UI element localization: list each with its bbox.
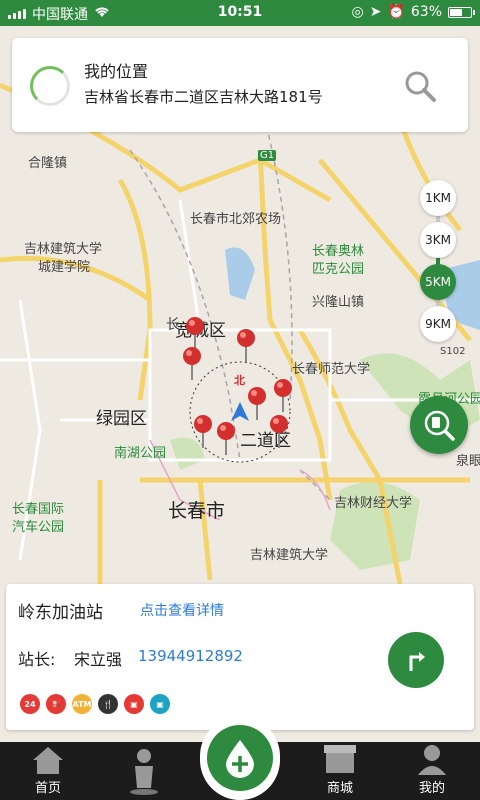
map-pin-icon[interactable] <box>269 414 289 450</box>
fuel-search-button[interactable] <box>410 396 468 454</box>
map-label: 匹克公园 <box>312 262 365 277</box>
profile-icon <box>418 745 446 775</box>
manager-phone-link[interactable]: 13944912892 <box>138 647 243 665</box>
map-label: 吉林财经大学 <box>334 496 413 511</box>
add-fuel-icon <box>226 740 254 778</box>
location-card: 我的位置 吉林省长春市二道区吉林大路181号 <box>12 38 468 132</box>
station-name: 岭东加油站 <box>18 603 103 623</box>
alarm-icon: ⏰ <box>387 4 405 20</box>
navigate-button[interactable] <box>388 632 444 688</box>
map-label: 长春市 <box>168 500 226 522</box>
map-pin-icon[interactable] <box>273 378 293 414</box>
compass-north: 北 <box>234 374 245 387</box>
24h-icon: 24 <box>20 694 40 714</box>
map-label: 兴隆山镇 <box>312 295 365 310</box>
zoom-5km-button[interactable]: 5KM <box>420 264 456 300</box>
zoom-9km-button[interactable]: 9KM <box>420 306 456 342</box>
zoom-3km-button[interactable]: 3KM <box>420 222 456 258</box>
map-label: 长春奥林 <box>312 244 365 259</box>
map-label: 城建学院 <box>38 260 91 275</box>
map-pin-icon[interactable] <box>216 421 236 457</box>
map-pin-icon[interactable] <box>193 414 213 450</box>
wash-icon: ▣ <box>150 694 170 714</box>
battery-icon <box>448 6 475 18</box>
status-bar: 中国联通 10:51 ◎ ➤ ⏰ 63% <box>0 0 480 26</box>
map-label: 泉眼 <box>456 454 480 469</box>
map-pin-icon[interactable] <box>182 346 202 382</box>
fuel-search-icon <box>424 410 455 441</box>
food-icon: 🍴 <box>98 694 118 714</box>
location-arrow-icon: ➤ <box>369 4 382 20</box>
view-detail-link[interactable]: 点击查看详情 <box>140 600 224 620</box>
map-label: 汽车公园 <box>12 520 65 535</box>
map-label: 吉林建筑大学 <box>250 548 329 563</box>
shop-icon: ▣ <box>124 694 144 714</box>
map-label: 吉林建筑大学 <box>24 242 103 257</box>
navigation-arrow-icon <box>409 652 425 671</box>
center-action-button[interactable] <box>200 716 280 800</box>
map-label: 长春师范大学 <box>292 362 371 377</box>
service-icons: 24 ⛽ ATM 🍴 ▣ ▣ <box>20 694 170 714</box>
tab-profile[interactable]: 我的 <box>392 742 472 800</box>
map-pin-icon[interactable] <box>247 386 267 422</box>
station-info-card: 岭东加油站 点击查看详情 站长: 宋立强 13944912892 24 ⛽ ATM 🍴… <box>6 584 474 730</box>
highway-shield: G1 <box>258 150 277 161</box>
map-label: 长春市北郊农场 <box>190 212 282 227</box>
tab-person[interactable] <box>104 742 184 800</box>
map-label: 合隆镇 <box>28 156 68 171</box>
fuel-icon: ⛽ <box>46 694 66 714</box>
map-pin-icon[interactable] <box>236 328 256 364</box>
lock-rotation-icon: ◎ <box>351 4 364 20</box>
manager-name: 宋立强 <box>74 650 123 669</box>
map-label: 长春国际 <box>12 502 65 517</box>
store-icon <box>324 745 356 773</box>
map-label: 长 <box>166 317 180 333</box>
map-label: 绿园区 <box>96 409 147 429</box>
tab-store[interactable]: 商城 <box>300 742 380 800</box>
location-address: 吉林省长春市二道区吉林大路181号 <box>84 88 323 106</box>
location-title: 我的位置 <box>84 62 149 81</box>
atm-icon: ATM <box>72 694 92 714</box>
zoom-1km-button[interactable]: 1KM <box>420 180 456 216</box>
tab-home[interactable]: 首页 <box>8 742 88 800</box>
home-icon <box>33 747 63 774</box>
map-label: S102 <box>440 346 466 357</box>
manager-label: 站长: <box>18 650 56 669</box>
person-icon <box>130 749 158 795</box>
loading-spinner-icon <box>30 66 70 106</box>
battery-percent: 63% <box>410 4 442 20</box>
search-icon[interactable] <box>402 68 438 104</box>
map-label: 南湖公园 <box>114 446 167 461</box>
